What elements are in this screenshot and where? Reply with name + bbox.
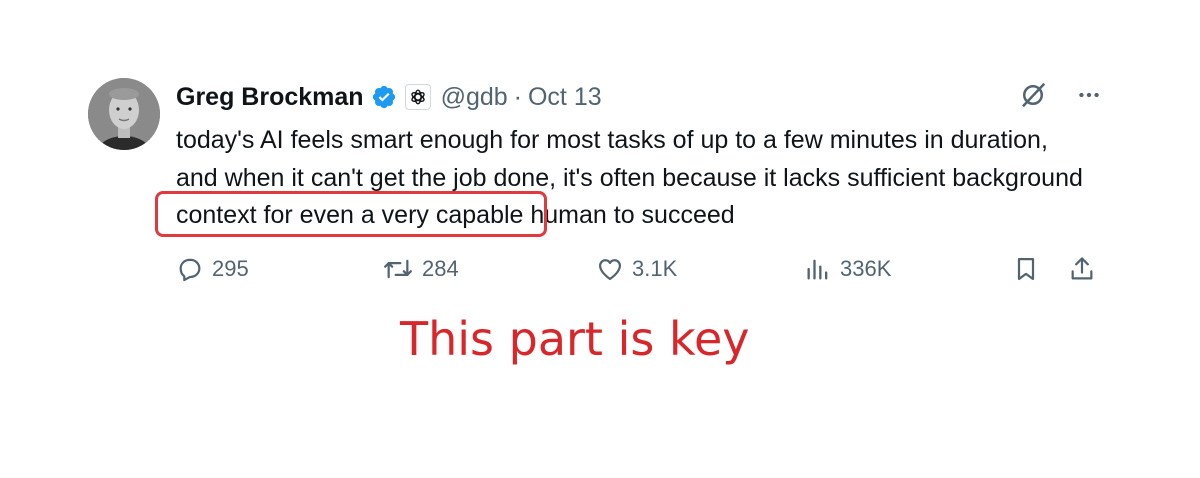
annotation-highlight-box [155,191,547,237]
openai-logo-icon[interactable] [404,84,431,110]
reply-icon [179,258,201,282]
tweet-actions: 295 284 3.1K 336K [176,250,1096,288]
repost-button[interactable]: 284 [382,250,459,288]
reply-count: 295 [212,256,249,281]
tweet-date[interactable]: Oct 13 [528,83,602,112]
repost-count: 284 [422,256,459,281]
annotation-caption: This part is key [400,312,750,366]
share-icon [1071,257,1093,280]
bookmark-button[interactable] [1012,250,1048,288]
share-button[interactable] [1068,250,1104,288]
bookmark-icon [1017,257,1035,281]
reply-button[interactable]: 295 [176,250,249,288]
avatar-photo [88,78,160,150]
views-icon [807,259,828,280]
author-handle[interactable]: @gdb [441,83,508,112]
author-name[interactable]: Greg Brockman [176,83,364,112]
separator-dot: · [513,82,522,111]
like-count: 3.1K [632,256,678,281]
like-button[interactable]: 3.1K [596,250,677,288]
tweet-header: Greg Brockman @gdb · Oct 13 [176,80,602,114]
repost-icon [384,259,412,279]
verified-badge-icon[interactable] [371,84,397,110]
view-count: 336K [840,256,892,281]
heart-icon [598,259,622,281]
avatar[interactable] [88,78,160,150]
more-icon[interactable] [1076,82,1102,113]
tweet-top-actions [1018,80,1102,115]
views-button[interactable]: 336K [804,250,891,288]
grok-icon[interactable] [1018,80,1048,115]
